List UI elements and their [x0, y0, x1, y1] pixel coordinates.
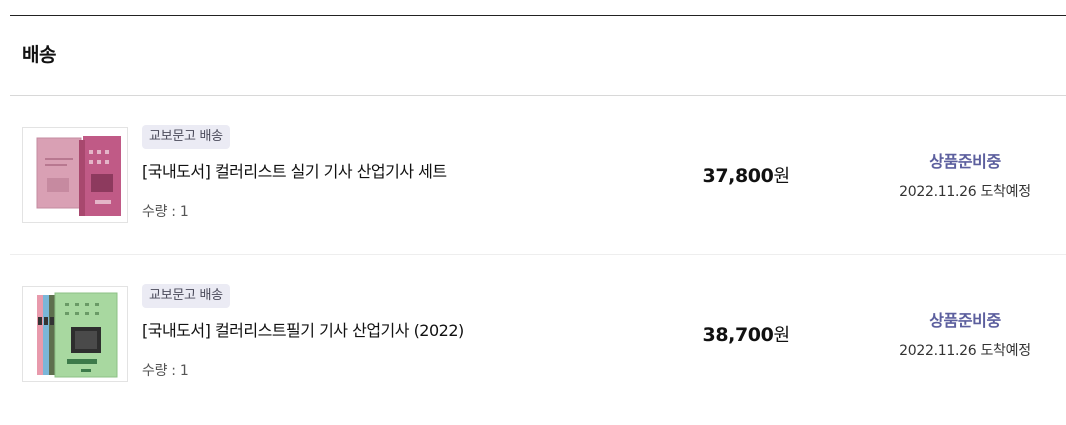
order-status: 상품준비중 [929, 152, 1001, 171]
order-item: 교보문고 배송 [국내도서] 컬러리스트 실기 기사 산업기사 세트 수량 : … [10, 120, 1066, 255]
delivery-section: 배송 교보문고 배송 [국내도서] 컬러리스트 실기 기사 산업기사 세트 수량… [10, 0, 1066, 425]
product-name-link[interactable]: [국내도서] 컬러리스트필기 기사 산업기사 (2022) [142, 317, 464, 341]
price-value: 37,800 [702, 165, 774, 187]
quantity-text: 수량 : 1 [142, 363, 189, 379]
book-set-pink-cover-image [36, 136, 121, 216]
product-name-link[interactable]: [국내도서] 컬러리스트 실기 기사 산업기사 세트 [142, 158, 447, 182]
arrival-date: 2022.11.26 도착예정 [899, 184, 1031, 200]
item-divider [10, 254, 1066, 255]
price-unit: 원 [773, 166, 790, 187]
section-top-divider [10, 15, 1066, 16]
quantity-text: 수량 : 1 [142, 204, 189, 220]
price-unit: 원 [773, 325, 790, 346]
price-value: 38,700 [702, 324, 774, 346]
delivery-badge: 교보문고 배송 [142, 125, 230, 149]
section-title-divider [10, 95, 1066, 96]
section-title: 배송 [22, 44, 56, 66]
order-item: 교보문고 배송 [국내도서] 컬러리스트필기 기사 산업기사 (2022) 수량… [10, 279, 1066, 414]
arrival-date: 2022.11.26 도착예정 [899, 343, 1031, 359]
book-set-green-cover-image [37, 292, 118, 378]
product-thumbnail[interactable] [22, 127, 128, 223]
order-status: 상품준비중 [929, 311, 1001, 330]
price: 38,700원 [703, 321, 790, 347]
price: 37,800원 [703, 162, 790, 188]
product-thumbnail[interactable] [22, 286, 128, 382]
delivery-badge: 교보문고 배송 [142, 284, 230, 308]
